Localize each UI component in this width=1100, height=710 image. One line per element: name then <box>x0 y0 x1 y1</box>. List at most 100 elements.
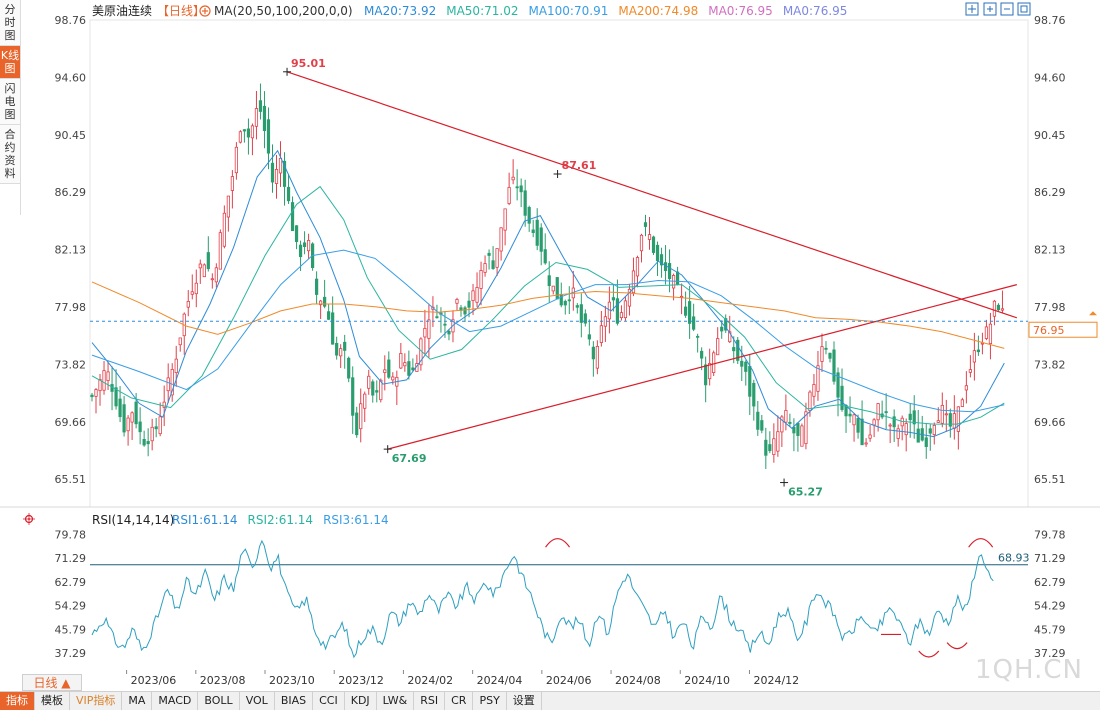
rsi-tick-label-left: 54.29 <box>55 600 87 613</box>
candle-body <box>531 229 535 233</box>
time-tick-label: 2023/10 <box>269 674 315 687</box>
tab-cci[interactable]: CCI <box>313 692 345 710</box>
candle-body <box>964 385 968 391</box>
price-tick-label-right: 86.29 <box>1034 186 1066 199</box>
candle-body <box>784 410 788 423</box>
tab-vol[interactable]: VOL <box>240 692 275 710</box>
tab-vip-indicators[interactable]: VIP指标 <box>70 692 123 710</box>
tab-settings[interactable]: 设置 <box>507 692 542 710</box>
rsi-legend-item: RSI3:61.14 <box>323 513 389 527</box>
rsi-tick-label-left: 37.29 <box>55 647 87 660</box>
candle-body <box>142 438 146 446</box>
candle-body <box>712 352 716 373</box>
rsi-turn-arc <box>968 538 994 548</box>
tab-lw[interactable]: LW& <box>377 692 415 710</box>
candle-body <box>134 401 138 425</box>
candle-body <box>768 444 772 451</box>
candle-body <box>315 278 319 295</box>
rsi-axis-ticks: 79.78 79.78 71.29 71.29 62.79 62.79 54.29 54.29… <box>55 528 1066 660</box>
candle-body <box>114 387 118 407</box>
candle-body <box>563 300 567 306</box>
tab-boll[interactable]: BOLL <box>198 692 240 710</box>
rsi-reference-label: 68.93 <box>998 552 1030 565</box>
candle-body <box>122 404 126 433</box>
time-tick-label: 2024/10 <box>684 674 730 687</box>
candle-body <box>519 185 523 193</box>
candle-body <box>302 242 307 247</box>
candle-body <box>816 365 820 392</box>
candle-body <box>900 417 904 427</box>
candle-body <box>579 304 583 323</box>
candle-body <box>234 146 238 174</box>
candle-body <box>210 278 214 281</box>
candle-body <box>323 296 327 307</box>
candle-body <box>720 326 724 332</box>
candle-body <box>202 264 206 278</box>
rsi-tick-label-left: 79.78 <box>55 528 87 541</box>
time-tick-label: 2023/06 <box>131 674 177 687</box>
tab-indicators[interactable]: 指标 <box>0 692 35 710</box>
candle-body <box>924 437 928 447</box>
zoom-out-icon[interactable] <box>1000 2 1014 16</box>
last-price-line: 76.95 <box>90 311 1098 338</box>
candle-body <box>635 257 640 277</box>
candle-body <box>832 349 836 382</box>
candle-body <box>475 287 479 303</box>
candle-body <box>479 270 483 289</box>
price-tick-label-right: 94.60 <box>1034 71 1066 84</box>
ma-params: MA(20,50,100,200,0,0) <box>214 4 353 18</box>
fullscreen-icon[interactable] <box>1017 2 1031 16</box>
candle-body <box>980 342 985 345</box>
candle-body <box>214 267 218 283</box>
candle-body <box>688 301 692 324</box>
candle-body <box>716 338 720 356</box>
candle-body <box>575 305 579 308</box>
candle-body <box>427 319 431 339</box>
candle-body <box>952 413 956 429</box>
candle-body <box>704 364 708 386</box>
candle-body <box>595 346 599 369</box>
price-tick-label-right: 65.51 <box>1034 473 1066 486</box>
candle-body <box>908 413 912 421</box>
ma-legend-item: MA100:70.91 <box>528 4 608 18</box>
candle-body <box>764 439 768 456</box>
expand-icon[interactable] <box>965 2 979 16</box>
candle-body <box>407 361 411 376</box>
candle-body <box>523 190 527 216</box>
candle-body <box>772 438 776 456</box>
ma-legend-item: MA20:73.92 <box>364 4 436 18</box>
tab-rsi[interactable]: RSI <box>414 692 446 710</box>
period-selector[interactable]: 日线 ▲ <box>22 674 82 691</box>
candle-body <box>270 162 275 183</box>
candle-body <box>984 326 989 339</box>
price-tick-label-right: 77.98 <box>1034 301 1066 314</box>
tab-cr[interactable]: CR <box>445 692 474 710</box>
tab-kdj[interactable]: KDJ <box>345 692 377 710</box>
price-tick-label-right: 73.82 <box>1034 358 1066 371</box>
rsi-tick-label-right: 62.79 <box>1034 576 1066 589</box>
candle-body <box>146 441 150 445</box>
tab-macd[interactable]: MACD <box>152 692 199 710</box>
time-axis: 2023/06 2023/08 2023/10 2023/12 2024/02 2024/… <box>126 670 799 687</box>
candle-body <box>944 413 948 416</box>
candle-body <box>647 234 652 240</box>
zoom-in-icon[interactable] <box>983 2 997 16</box>
tab-psy[interactable]: PSY <box>473 692 507 710</box>
candle-body <box>218 232 222 270</box>
rsi-tick-label-right: 79.78 <box>1034 528 1066 541</box>
chart-canvas[interactable]: 美原油连续 【日线】 MA(20,50,100,200,0,0) MA20:73… <box>0 0 1100 691</box>
candle-body <box>547 275 551 287</box>
tab-template[interactable]: 模板 <box>35 692 70 710</box>
candle-body <box>258 100 263 112</box>
rsi-settings-icon[interactable] <box>23 513 35 525</box>
tab-bias[interactable]: BIAS <box>275 692 314 710</box>
rsi-legend: RSI1:61.14 RSI2:61.14 RSI3:61.14 <box>172 513 389 527</box>
tab-ma[interactable]: MA <box>122 692 153 710</box>
extreme-label: 95.01 <box>291 57 326 70</box>
candle-body <box>904 423 908 436</box>
candle-body <box>615 298 620 324</box>
candle-body <box>539 227 543 252</box>
instrument-title: 美原油连续 <box>92 3 152 18</box>
candle-body <box>820 346 824 362</box>
candle-body <box>126 417 130 432</box>
